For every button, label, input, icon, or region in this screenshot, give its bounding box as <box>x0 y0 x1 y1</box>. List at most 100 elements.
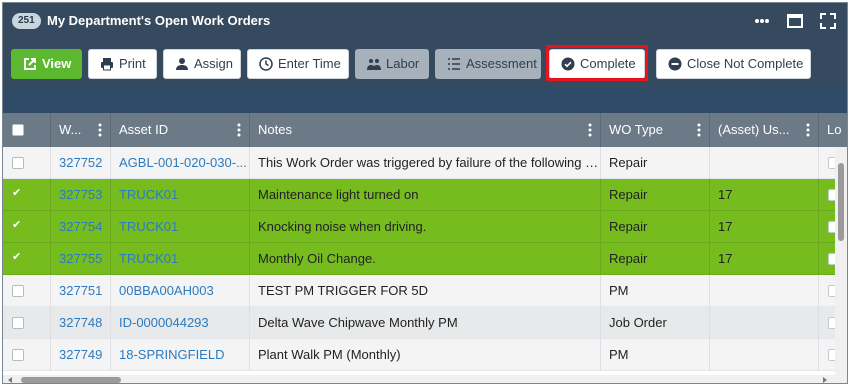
column-menu-icon[interactable] <box>237 123 241 137</box>
open-external-icon <box>24 58 36 70</box>
asset-usage-cell <box>710 275 819 307</box>
row-checkbox-checked[interactable]: ✔ <box>12 187 24 199</box>
title-bar: 251 My Department's Open Work Orders <box>3 3 847 39</box>
notes-cell: Maintenance light turned on <box>250 179 601 211</box>
column-header-wo-type-label: WO Type <box>609 122 663 137</box>
asset-id-cell[interactable]: AGBL-001-020-030-... <box>111 147 250 179</box>
table-row[interactable]: ✔ 327754 TRUCK01 Knocking noise when drivin… <box>3 211 838 243</box>
wo-number-cell[interactable]: 327748 <box>51 307 111 339</box>
table-row[interactable]: 327749 18-SPRINGFIELD Plant Walk PM (Month… <box>3 339 838 371</box>
grid-header: W... Asset ID Notes WO Type (Asset) Us..… <box>3 113 847 147</box>
more-horizontal-icon[interactable] <box>753 12 771 30</box>
enter-time-button-label: Enter Time <box>278 56 341 71</box>
scroll-left-icon[interactable] <box>6 376 14 384</box>
print-button[interactable]: Print <box>88 49 157 79</box>
horizontal-scrollbar[interactable] <box>3 375 847 384</box>
asset-id-cell[interactable]: TRUCK01 <box>111 211 250 243</box>
wo-number-cell[interactable]: 327753 <box>51 179 111 211</box>
assessment-button-label: Assessment <box>466 56 537 71</box>
close-not-complete-button[interactable]: Close Not Complete <box>656 49 811 79</box>
notes-cell: Knocking noise when driving. <box>250 211 601 243</box>
complete-button-highlight <box>546 45 648 81</box>
toolbar: View Print Assign Enter Time Labor Asses… <box>3 39 847 87</box>
wo-type-cell: Repair <box>601 211 710 243</box>
column-header-asset-usage[interactable]: (Asset) Us... <box>710 113 819 147</box>
labor-button[interactable]: Labor <box>355 49 429 79</box>
asset-id-cell[interactable]: 00BBA00AH003 <box>111 275 250 307</box>
row-select-cell: ✔ <box>3 179 51 211</box>
table-row[interactable]: 327751 00BBA00AH003 TEST PM TRIGGER FOR 5D… <box>3 275 838 307</box>
user-icon <box>176 58 188 70</box>
work-orders-grid: W... Asset ID Notes WO Type (Asset) Us..… <box>3 113 847 384</box>
view-button-label: View <box>42 56 72 71</box>
panel-title: My Department's Open Work Orders <box>47 13 271 28</box>
column-menu-icon[interactable] <box>588 123 592 137</box>
column-header-notes[interactable]: Notes <box>250 113 601 147</box>
row-checkbox[interactable] <box>12 317 24 329</box>
asset-id-cell[interactable]: ID-0000044293 <box>111 307 250 339</box>
column-header-notes-label: Notes <box>258 122 292 137</box>
column-header-wo-type[interactable]: WO Type <box>601 113 710 147</box>
column-header-asset-id[interactable]: Asset ID <box>111 113 250 147</box>
asset-usage-cell: 17 <box>710 179 819 211</box>
assessment-button[interactable]: Assessment <box>435 49 541 79</box>
row-checkbox-checked[interactable]: ✔ <box>12 251 24 263</box>
row-select-cell <box>3 147 51 179</box>
notes-cell: This Work Order was triggered by failure… <box>250 147 601 179</box>
maximize-window-icon[interactable] <box>786 12 804 30</box>
notes-cell: TEST PM TRIGGER FOR 5D <box>250 275 601 307</box>
assign-button-label: Assign <box>194 56 234 71</box>
asset-id-cell[interactable]: TRUCK01 <box>111 179 250 211</box>
row-select-cell: ✔ <box>3 243 51 275</box>
asset-id-cell[interactable]: 18-SPRINGFIELD <box>111 339 250 371</box>
column-menu-icon[interactable] <box>806 123 810 137</box>
clock-icon <box>259 57 273 71</box>
wo-number-cell[interactable]: 327752 <box>51 147 111 179</box>
column-menu-icon[interactable] <box>98 123 102 137</box>
row-checkbox[interactable] <box>12 349 24 361</box>
vertical-scroll-thumb[interactable] <box>838 163 844 241</box>
scroll-right-icon[interactable] <box>821 376 829 384</box>
row-select-cell: ✔ <box>3 211 51 243</box>
table-row[interactable]: ✔ 327753 TRUCK01 Maintenance light turned o… <box>3 179 838 211</box>
count-badge: 251 <box>12 13 41 29</box>
grouping-bar <box>3 87 847 113</box>
wo-type-cell: Job Order <box>601 307 710 339</box>
horizontal-scroll-thumb[interactable] <box>21 377 121 383</box>
table-row[interactable]: 327752 AGBL-001-020-030-... This Work Orde… <box>3 147 838 179</box>
row-checkbox[interactable] <box>12 157 24 169</box>
table-row[interactable]: ✔ 327755 TRUCK01 Monthly Oil Change. Repair 1… <box>3 243 838 275</box>
printer-icon <box>101 58 113 71</box>
wo-type-cell: PM <box>601 275 710 307</box>
assign-button[interactable]: Assign <box>163 49 241 79</box>
wo-number-cell[interactable]: 327755 <box>51 243 111 275</box>
asset-usage-cell: 17 <box>710 211 819 243</box>
row-checkbox[interactable] <box>12 285 24 297</box>
wo-type-cell: PM <box>601 339 710 371</box>
minus-circle-icon <box>668 57 682 71</box>
fullscreen-icon[interactable] <box>819 12 837 30</box>
asset-id-cell[interactable]: TRUCK01 <box>111 243 250 275</box>
enter-time-button[interactable]: Enter Time <box>247 49 349 79</box>
column-header-wo[interactable]: W... <box>51 113 111 147</box>
wo-number-cell[interactable]: 327749 <box>51 339 111 371</box>
wo-type-cell: Repair <box>601 147 710 179</box>
asset-usage-cell <box>710 339 819 371</box>
list-icon <box>448 58 460 70</box>
vertical-scrollbar[interactable] <box>835 147 847 375</box>
column-menu-icon[interactable] <box>697 123 701 137</box>
labor-button-label: Labor <box>386 56 420 71</box>
notes-cell: Monthly Oil Change. <box>250 243 601 275</box>
column-header-asset-id-label: Asset ID <box>119 122 169 137</box>
work-orders-panel: 251 My Department's Open Work Orders Vie… <box>2 2 848 384</box>
wo-type-cell: Repair <box>601 179 710 211</box>
column-header-location[interactable]: Lo <box>819 113 847 147</box>
wo-number-cell[interactable]: 327754 <box>51 211 111 243</box>
row-checkbox-checked[interactable]: ✔ <box>12 219 24 231</box>
view-button[interactable]: View <box>11 49 82 79</box>
wo-number-cell[interactable]: 327751 <box>51 275 111 307</box>
select-all-checkbox[interactable] <box>12 124 24 136</box>
notes-cell: Plant Walk PM (Monthly) <box>250 339 601 371</box>
wo-type-cell: Repair <box>601 243 710 275</box>
table-row[interactable]: 327748 ID-0000044293 Delta Wave Chipwave M… <box>3 307 838 339</box>
